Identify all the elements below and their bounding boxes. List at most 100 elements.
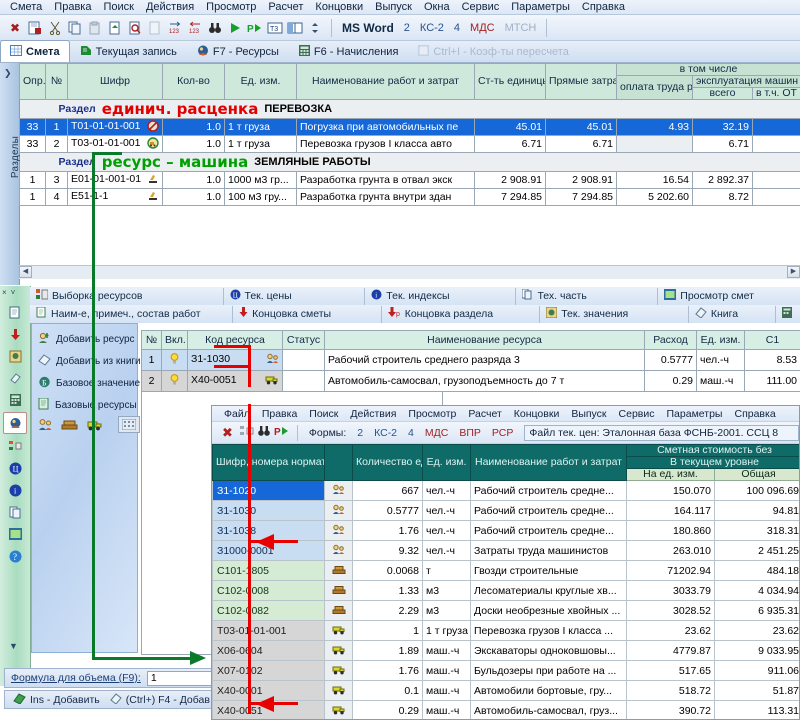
child-form-vpr[interactable]: ВПР	[455, 427, 485, 439]
res-col-unit[interactable]: Ед. изм.	[696, 330, 745, 350]
main-toolbar[interactable]: ✖ 123 123 P T3 MS Word 2 КС-2 4 МДС МТСН	[0, 15, 800, 41]
info-circle-icon[interactable]: i	[4, 480, 26, 500]
indent-right-icon[interactable]: 123	[166, 19, 184, 37]
col-machines-incl[interactable]: в т.ч. ОТ	[751, 87, 800, 100]
menu-item-1[interactable]: Правка	[48, 0, 97, 14]
menu-item-11[interactable]: Справка	[576, 0, 631, 14]
paste-icon[interactable]	[86, 19, 104, 37]
form-button-2[interactable]: 2	[399, 22, 415, 34]
form-button-ks2[interactable]: КС-2	[415, 22, 449, 34]
top-grid-hscrollbar[interactable]: ◀ ▶	[19, 265, 800, 279]
table-row[interactable]: Х40-0001 0.1 маш.-ч Автомобили бортовые, гр…	[212, 680, 799, 701]
section-row-2[interactable]: Раздел ресурс – машина ЗЕМЛЯНЫЕ РАБОТЫ	[19, 152, 800, 172]
child-col-qty[interactable]: Количество единиц по проектным данным	[352, 444, 423, 481]
table-row[interactable]: З1-1030 0.5777 чел.-ч Рабочий строитель сре…	[212, 500, 799, 521]
table-row[interactable]: Х07-0102 1.76 маш.-ч Бульдозеры при работе …	[212, 660, 799, 681]
menu-item-2[interactable]: Поиск	[303, 408, 344, 420]
table-row[interactable]: 2 Х40-0051 Автомобиль-самосвал, грузопод…	[141, 370, 800, 392]
res-col-name[interactable]: Наименование ресурса	[324, 330, 645, 350]
tab-current-prices[interactable]: Ц Тек. цены	[224, 287, 366, 305]
col-num[interactable]: №	[45, 63, 68, 100]
binoculars-icon[interactable]	[257, 425, 271, 440]
col-direct[interactable]: Прямые затраты, руб.	[545, 63, 617, 100]
doc-icon[interactable]	[4, 302, 26, 322]
arrow-down-red-icon[interactable]	[4, 324, 26, 344]
table-row[interactable]: З1-1038 1.76 чел.-ч Рабочий строитель средн…	[212, 520, 799, 541]
base-resources-button[interactable]: Базовые ресурсы	[32, 394, 137, 416]
ms-word-button[interactable]: MS Word	[337, 21, 399, 35]
chevron-right-icon[interactable]: ❯	[4, 68, 12, 79]
price-circle-icon[interactable]: Ц	[4, 458, 26, 478]
res-col-c1[interactable]: С1	[744, 330, 800, 350]
table-row[interactable]: Х40-0051 0.29 маш.-ч Автомобиль-самосвал, г…	[212, 700, 799, 719]
indent-left-icon[interactable]: 123	[186, 19, 204, 37]
menu-item-7[interactable]: Выпуск	[565, 408, 612, 420]
keypad-icon[interactable]	[118, 416, 140, 433]
tab-current-indices[interactable]: i Тек. индексы	[365, 287, 517, 305]
play-green-icon[interactable]	[226, 19, 244, 37]
resource-sheet-window[interactable]: Файл Правка Поиск Действия Просмотр Расчет Кон…	[211, 405, 800, 720]
table-row[interactable]: С102-0082 2.29 м3 Доски необрезные хвойных …	[212, 600, 799, 621]
preview-icon[interactable]	[4, 524, 26, 544]
child-col-code[interactable]: Шифр, номера нормативов и коды ресурсов	[212, 444, 325, 481]
child-col-per-unit[interactable]: На ед. изм.	[626, 468, 715, 481]
table-row[interactable]: С101-1805 0.0068 т Гвозди строительные 71202…	[212, 560, 799, 581]
form-button-4[interactable]: 4	[449, 22, 465, 34]
table-row[interactable]: 33 1 Т01-01-01-001 1.0 1 т груза Погрузк…	[19, 118, 800, 136]
child-form-2[interactable]: 2	[353, 427, 367, 439]
child-col-total[interactable]: Общая	[713, 468, 799, 481]
menu-item-8[interactable]: Сервис	[613, 408, 661, 420]
scroll-right-arrow-icon[interactable]: ▶	[787, 266, 800, 278]
materials-icon[interactable]	[61, 418, 78, 434]
columns-icon[interactable]	[286, 19, 304, 37]
menu-item-7[interactable]: Выпуск	[369, 0, 418, 14]
base-value-button[interactable]: Б Базовое значение	[32, 372, 140, 394]
copy-icon[interactable]	[66, 19, 84, 37]
tab-book[interactable]: Книга	[689, 305, 777, 323]
rail-scroll-down-icon[interactable]: ▼	[9, 641, 18, 651]
tab-technical-part[interactable]: Тех. часть	[516, 287, 659, 305]
resources-rail[interactable]: Ц i ? ▼	[0, 286, 31, 686]
child-form-4[interactable]: 4	[404, 427, 418, 439]
main-menu-bar[interactable]: Смета Правка Поиск Действия Просмотр Расчет Ко…	[0, 0, 800, 15]
save-doc-icon[interactable]	[26, 19, 44, 37]
tab-f7-resources[interactable]: F7 - Ресурсы	[187, 41, 289, 62]
menu-item-5[interactable]: Расчет	[462, 408, 507, 420]
child-menu-bar[interactable]: Файл Правка Поиск Действия Просмотр Расчет Кон…	[212, 406, 799, 422]
res-col-incl[interactable]: Вкл.	[161, 330, 188, 350]
child-form-rsr[interactable]: РСР	[488, 427, 517, 439]
structure-icon[interactable]	[239, 425, 254, 440]
menu-item-9[interactable]: Параметры	[661, 408, 729, 420]
tab-section-footer[interactable]: р Концовка раздела	[382, 305, 541, 323]
res-col-num[interactable]: №	[141, 330, 162, 350]
col-qty[interactable]: Кол-во	[162, 63, 225, 100]
tab-resource-selection[interactable]: Выборка ресурсов	[30, 287, 224, 305]
child-form-mds[interactable]: МДС	[421, 427, 452, 439]
menu-item-3[interactable]: Действия	[140, 0, 200, 14]
table-row[interactable]: Х06-0604 1.89 маш.-ч Экскаваторы одноковшов…	[212, 640, 799, 661]
table-row[interactable]: Т03-01-01-001 1 1 т груза Перевозка грузов …	[212, 620, 799, 641]
tab-overflow-button[interactable]	[776, 306, 800, 323]
col-code[interactable]: Шифр	[67, 63, 163, 100]
t3-icon[interactable]: T3	[266, 19, 284, 37]
tab-smeta[interactable]: Смета	[0, 40, 70, 62]
col-wages[interactable]: оплата труда рабочих	[616, 75, 693, 100]
scroll-left-arrow-icon[interactable]: ◀	[19, 266, 32, 278]
child-col-name[interactable]: Наименование работ и затрат	[470, 444, 627, 481]
menu-item-0[interactable]: Смета	[4, 0, 48, 14]
close-red-x-icon[interactable]: ✖	[218, 425, 237, 441]
menu-item-10[interactable]: Параметры	[505, 0, 576, 14]
table-row[interactable]: 1 4 Е51-1-1 1.0 100 м3 гру... Разработка…	[19, 188, 800, 206]
eraser-icon[interactable]	[4, 368, 26, 388]
menu-item-8[interactable]: Окна	[418, 0, 456, 14]
structure-icon[interactable]	[4, 436, 26, 456]
res-col-status[interactable]: Статус	[282, 330, 325, 350]
resource-tabs-row-1[interactable]: Выборка ресурсов Ц Тек. цены i Тек. инде…	[30, 287, 800, 305]
table-row[interactable]: З1-1020 667 чел.-ч Рабочий строитель средне…	[212, 480, 799, 501]
volume-formula-label[interactable]: Формула для объема (F9):	[11, 672, 141, 684]
menu-item-10[interactable]: Справка	[728, 408, 781, 420]
rail-close-minimize-icons[interactable]: ×˅	[2, 288, 19, 297]
workers-icon[interactable]	[38, 418, 53, 434]
pages-icon[interactable]	[4, 502, 26, 522]
find-in-doc-icon[interactable]	[126, 19, 144, 37]
